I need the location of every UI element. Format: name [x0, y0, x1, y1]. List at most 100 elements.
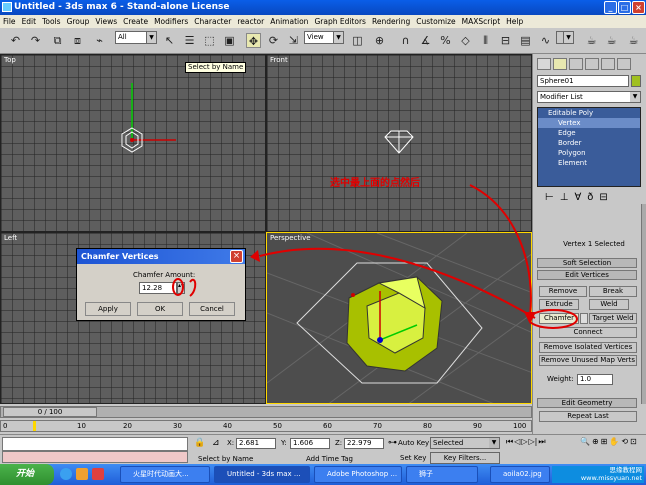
render-scene-icon[interactable]: ☕	[584, 33, 599, 48]
select-and-rotate-icon[interactable]: ⟳	[266, 33, 281, 48]
close-button[interactable]: ×	[632, 1, 645, 14]
menu-graph-editors[interactable]: Graph Editors	[311, 15, 369, 28]
soft-selection-rollout[interactable]: Soft Selection	[537, 258, 637, 268]
track-bar[interactable]: 0 10 20 30 40 50 60 70 80 90 100	[0, 420, 532, 432]
create-tab-icon[interactable]	[537, 58, 551, 70]
render-type-icon[interactable]: ☕	[626, 33, 641, 48]
object-color-swatch[interactable]	[631, 75, 641, 87]
target-weld-button[interactable]: Target Weld	[589, 313, 637, 324]
maximize-viewport-icon[interactable]: ⊡	[630, 437, 637, 463]
connect-button[interactable]: Connect	[539, 327, 637, 338]
menu-rendering[interactable]: Rendering	[369, 15, 413, 28]
redo-icon[interactable]: ↷	[28, 33, 43, 48]
viewport-perspective[interactable]: Perspective	[266, 232, 532, 404]
remove-unused-map-verts-button[interactable]: Remove Unused Map Verts	[539, 355, 637, 366]
key-mode-icon[interactable]: ⊶	[388, 438, 397, 448]
curve-editor-icon[interactable]: ∿	[538, 33, 553, 48]
chamfer-button[interactable]: Chamfer	[539, 313, 579, 324]
selection-filter-dropdown[interactable]: All ▼	[115, 31, 157, 44]
pin-stack-icon[interactable]: ⊢	[545, 192, 554, 206]
pivot-center-icon[interactable]: ◫	[350, 33, 365, 48]
select-and-scale-icon[interactable]: ⇲	[286, 33, 301, 48]
time-slider-thumb[interactable]: 0 / 100	[3, 407, 97, 417]
next-frame-icon[interactable]: ▷|	[529, 437, 538, 451]
menu-file[interactable]: File	[0, 15, 19, 28]
angle-snap-icon[interactable]: ∡	[418, 33, 433, 48]
cancel-button[interactable]: Cancel	[189, 302, 235, 316]
show-end-result-icon[interactable]: ⊥	[560, 192, 569, 206]
maximize-button[interactable]: □	[618, 1, 631, 14]
menu-maxscript[interactable]: MAXScript	[459, 15, 504, 28]
menu-modifiers[interactable]: Modifiers	[151, 15, 191, 28]
absolute-mode-icon[interactable]: ⊿	[212, 438, 220, 448]
extrude-button[interactable]: Extrude	[539, 299, 579, 310]
chamfer-amount-input[interactable]: 12.28	[139, 282, 177, 294]
rectangular-selection-icon[interactable]: ⬚	[202, 33, 217, 48]
make-unique-icon[interactable]: ∀	[574, 192, 581, 206]
taskbar-item[interactable]: Untitled - 3ds max ...	[214, 466, 310, 483]
modify-tab-icon[interactable]	[553, 58, 567, 70]
play-icon[interactable]: ▷	[521, 437, 527, 451]
hierarchy-tab-icon[interactable]	[569, 58, 583, 70]
layer-manager-icon[interactable]: ▤	[518, 33, 533, 48]
zoom-extents-icon[interactable]: ⊞	[601, 437, 608, 463]
prev-frame-icon[interactable]: ◁	[514, 437, 520, 451]
menu-views[interactable]: Views	[92, 15, 120, 28]
pan-icon[interactable]: ✋	[609, 437, 619, 463]
auto-key-button[interactable]: Auto Key	[398, 439, 429, 447]
command-panel-scrollbar[interactable]	[641, 204, 646, 404]
goto-start-icon[interactable]: ⏮	[506, 437, 513, 451]
stack-item-polygon[interactable]: Polygon	[538, 148, 640, 158]
remove-button[interactable]: Remove	[539, 286, 587, 297]
menu-group[interactable]: Group	[64, 15, 93, 28]
configure-sets-icon[interactable]: ⊟	[599, 192, 607, 206]
x-coordinate-field[interactable]: 2.681	[236, 438, 276, 449]
add-time-tag-button[interactable]: Add Time Tag	[306, 455, 353, 463]
window-crossing-icon[interactable]: ▣	[222, 33, 237, 48]
quick-render-icon[interactable]: ☕	[604, 33, 619, 48]
quick-launch-icon[interactable]	[92, 468, 104, 480]
key-filter-set-dropdown[interactable]: Selected ▼	[430, 437, 500, 449]
menu-create[interactable]: Create	[120, 15, 151, 28]
lock-selection-icon[interactable]: 🔒	[194, 438, 205, 448]
taskbar-item[interactable]: Adobe Photoshop ...	[314, 466, 402, 483]
repeat-last-button[interactable]: Repeat Last	[539, 411, 637, 422]
menu-customize[interactable]: Customize	[413, 15, 458, 28]
taskbar-item[interactable]: 火星时代动画大...	[120, 466, 210, 483]
edit-vertices-rollout[interactable]: Edit Vertices	[537, 270, 637, 280]
weld-button[interactable]: Weld	[589, 299, 629, 310]
percent-snap-icon[interactable]: %	[438, 33, 453, 48]
object-name-field[interactable]: Sphere01	[537, 75, 629, 87]
select-by-name-icon[interactable]: ☰	[182, 33, 197, 48]
utilities-tab-icon[interactable]	[617, 58, 631, 70]
maxscript-listener-white[interactable]	[2, 437, 188, 451]
ie-icon[interactable]	[60, 468, 72, 480]
stack-item-editable-poly[interactable]: Editable Poly	[538, 108, 640, 118]
snaps-toggle-icon[interactable]: ∩	[398, 33, 413, 48]
set-key-button[interactable]: Set Key	[400, 454, 426, 462]
motion-tab-icon[interactable]	[585, 58, 599, 70]
y-coordinate-field[interactable]: 1.606	[290, 438, 330, 449]
menu-reactor[interactable]: reactor	[234, 15, 267, 28]
menu-edit[interactable]: Edit	[19, 15, 40, 28]
chamfer-settings-icon[interactable]	[580, 313, 588, 324]
key-filters-button[interactable]: Key Filters...	[430, 452, 500, 464]
z-coordinate-field[interactable]: 22.979	[344, 438, 384, 449]
weight-input[interactable]: 1.0	[577, 374, 613, 385]
time-slider[interactable]: 0 / 100	[0, 406, 532, 418]
spinner-snap-icon[interactable]: ◇	[458, 33, 473, 48]
viewport-top[interactable]: Top	[0, 54, 266, 232]
zoom-all-icon[interactable]: ⊕	[592, 437, 599, 463]
stack-item-border[interactable]: Border	[538, 138, 640, 148]
menu-help[interactable]: Help	[503, 15, 526, 28]
stack-item-vertex[interactable]: Vertex	[538, 118, 640, 128]
dialog-close-button[interactable]: ×	[230, 250, 243, 263]
stack-item-edge[interactable]: Edge	[538, 128, 640, 138]
select-object-icon[interactable]: ↖	[162, 33, 177, 48]
chamfer-amount-spinner[interactable]: ▴▾	[177, 282, 185, 294]
remove-modifier-icon[interactable]: ð	[587, 192, 593, 206]
maxscript-listener-pink[interactable]	[2, 451, 188, 463]
viewport-front[interactable]: Front	[266, 54, 532, 232]
taskbar-item[interactable]: aoila02.jpg	[490, 466, 550, 483]
select-manipulate-icon[interactable]: ⊕	[372, 33, 387, 48]
